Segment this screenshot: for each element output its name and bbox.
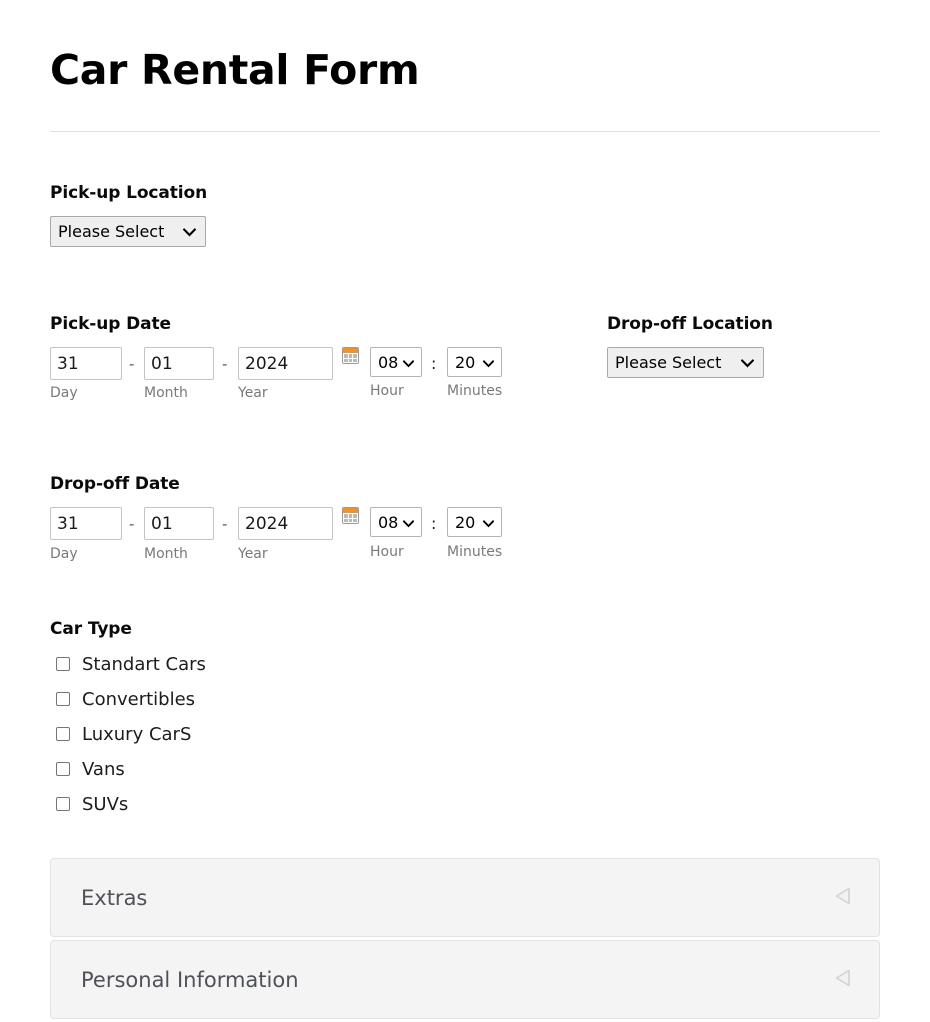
car-type-option-label: Standart Cars xyxy=(82,653,206,675)
pickup-hour-value: 08 xyxy=(378,352,399,372)
dropoff-location-label: Drop-off Location xyxy=(607,314,773,334)
triangle-left-icon[interactable] xyxy=(831,965,857,995)
pickup-hour-sublabel: Hour xyxy=(370,383,404,399)
car-type-option-label: Vans xyxy=(82,758,125,780)
car-rental-form: Car Rental Form Pick-up Location Please … xyxy=(0,0,930,1022)
pickup-date-label: Pick-up Date xyxy=(50,314,171,334)
car-type-label: Car Type xyxy=(50,619,132,639)
car-type-option-luxury-cars[interactable]: Luxury CarS xyxy=(56,723,191,745)
chevron-down-icon xyxy=(182,222,197,241)
dropoff-date-separator-2: - xyxy=(222,515,228,533)
pickup-date-separator-1: - xyxy=(129,355,135,373)
pickup-location-label: Pick-up Location xyxy=(50,183,208,203)
car-type-option-suvs[interactable]: SUVs xyxy=(56,793,128,815)
checkbox-icon[interactable] xyxy=(56,797,70,811)
pickup-location-value: Please Select xyxy=(58,222,165,241)
pickup-year-sublabel: Year xyxy=(238,385,268,401)
dropoff-date-separator-1: - xyxy=(129,515,135,533)
car-type-option-vans[interactable]: Vans xyxy=(56,758,125,780)
car-type-option-standart-cars[interactable]: Standart Cars xyxy=(56,653,206,675)
chevron-down-icon xyxy=(482,513,495,532)
dropoff-minutes-sublabel: Minutes xyxy=(447,544,503,560)
personal-information-panel-title: Personal Information xyxy=(81,967,299,992)
car-type-option-label: SUVs xyxy=(82,793,129,815)
dropoff-date-label: Drop-off Date xyxy=(50,474,180,494)
pickup-day-sublabel: Day xyxy=(50,385,78,401)
dropoff-location-select[interactable]: Please Select xyxy=(607,347,764,378)
title-divider xyxy=(50,131,880,132)
dropoff-year-sublabel: Year xyxy=(238,546,268,562)
extras-panel-header[interactable]: Extras xyxy=(50,858,880,937)
chevron-down-icon xyxy=(482,353,495,372)
pickup-time-separator: : xyxy=(431,354,437,373)
personal-information-panel-header[interactable]: Personal Information xyxy=(50,940,880,1019)
dropoff-month-sublabel: Month xyxy=(144,546,188,562)
pickup-month-input[interactable]: 01 xyxy=(144,347,214,380)
checkbox-icon[interactable] xyxy=(56,692,70,706)
dropoff-hour-value: 08 xyxy=(378,512,399,532)
dropoff-hour-select[interactable]: 08 xyxy=(370,507,422,537)
pickup-month-sublabel: Month xyxy=(144,385,188,401)
checkbox-icon[interactable] xyxy=(56,657,70,671)
dropoff-time-separator: : xyxy=(431,514,437,533)
chevron-down-icon xyxy=(402,513,415,532)
dropoff-year-input[interactable]: 2024 xyxy=(238,507,333,540)
car-type-option-convertibles[interactable]: Convertibles xyxy=(56,688,195,710)
chevron-down-icon xyxy=(740,353,755,372)
pickup-date-separator-2: - xyxy=(222,355,228,373)
checkbox-icon[interactable] xyxy=(56,762,70,776)
triangle-left-icon[interactable] xyxy=(831,883,857,913)
car-type-option-label: Luxury CarS xyxy=(82,723,192,745)
extras-panel-title: Extras xyxy=(81,885,148,910)
page-title: Car Rental Form xyxy=(50,46,420,94)
pickup-minutes-value: 20 xyxy=(455,352,476,372)
pickup-day-input[interactable]: 31 xyxy=(50,347,122,380)
dropoff-day-sublabel: Day xyxy=(50,546,78,562)
dropoff-calendar-icon[interactable] xyxy=(342,507,359,524)
dropoff-month-input[interactable]: 01 xyxy=(144,507,214,540)
pickup-minutes-select[interactable]: 20 xyxy=(447,347,502,377)
pickup-location-select[interactable]: Please Select xyxy=(50,216,206,247)
dropoff-day-input[interactable]: 31 xyxy=(50,507,122,540)
chevron-down-icon xyxy=(402,353,415,372)
pickup-hour-select[interactable]: 08 xyxy=(370,347,422,377)
dropoff-location-value: Please Select xyxy=(615,353,722,372)
pickup-year-input[interactable]: 2024 xyxy=(238,347,333,380)
pickup-calendar-icon[interactable] xyxy=(342,347,359,364)
pickup-minutes-sublabel: Minutes xyxy=(447,383,503,399)
car-type-option-label: Convertibles xyxy=(82,688,196,710)
checkbox-icon[interactable] xyxy=(56,727,70,741)
dropoff-hour-sublabel: Hour xyxy=(370,544,404,560)
dropoff-minutes-value: 20 xyxy=(455,512,476,532)
dropoff-minutes-select[interactable]: 20 xyxy=(447,507,502,537)
